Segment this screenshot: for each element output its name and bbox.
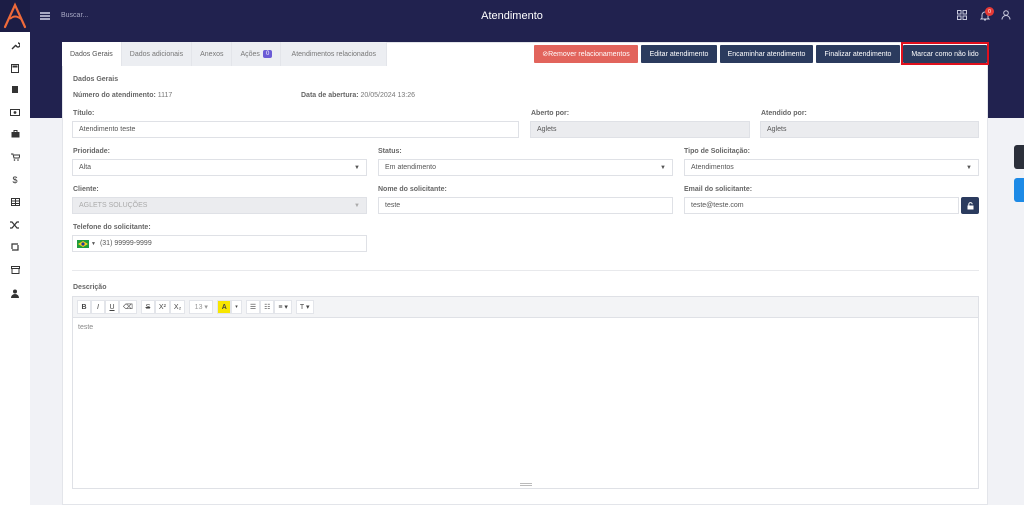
shuffle-icon[interactable] <box>9 219 21 231</box>
descricao-label: Descrição <box>73 284 107 291</box>
section-title: Dados Gerais <box>73 76 119 83</box>
status-value: Em atendimento <box>385 164 436 171</box>
table-icon[interactable] <box>9 196 21 208</box>
prioridade-value: Alta <box>79 164 92 171</box>
prioridade-label: Prioridade: <box>73 148 110 155</box>
description-content[interactable]: teste <box>78 324 93 331</box>
chevron-down-icon: ▼ <box>966 165 972 171</box>
dollar-icon[interactable]: $ <box>9 174 21 186</box>
aberto-por-input: Aglets <box>530 121 750 138</box>
remove-relations-button[interactable]: ⊘Remover relacionamentos <box>534 45 638 63</box>
notification-badge: 0 <box>985 7 994 16</box>
tab-acoes[interactable]: Ações 0 <box>232 42 282 66</box>
tab-label: Anexos <box>200 50 224 58</box>
status-label: Status: <box>378 148 402 155</box>
nome-solicitante-input[interactable]: teste <box>378 197 673 214</box>
underline-button[interactable]: U <box>105 300 119 314</box>
telefone-label: Telefone do solicitante: <box>73 224 151 231</box>
acoes-badge: 0 <box>262 50 273 58</box>
tabs: Dados Gerais Dados adicionais Anexos Açõ… <box>62 42 388 66</box>
opened-date-value: 20/05/2024 13:26 <box>360 92 416 99</box>
unordered-list-icon[interactable]: ☰ <box>245 300 261 314</box>
calculator-icon[interactable] <box>9 62 21 74</box>
wrench-icon[interactable] <box>9 39 21 51</box>
person-icon[interactable] <box>9 287 21 299</box>
subscript-button[interactable]: X₂ <box>169 300 186 314</box>
tab-dados-gerais[interactable]: Dados Gerais <box>62 42 122 66</box>
tipo-value: Atendimentos <box>691 164 734 171</box>
tab-label: Atendimentos relacionados <box>291 50 376 58</box>
tab-label: Ações <box>240 50 260 58</box>
opened-date-label: Data de abertura: <box>301 92 359 99</box>
tab-atendimentos-relacionados[interactable]: Atendimentos relacionados <box>281 42 388 66</box>
status-select[interactable]: Em atendimento ▼ <box>378 159 673 176</box>
tab-anexos[interactable]: Anexos <box>192 42 233 66</box>
cliente-select: AGLETS SOLUÇÕES ▼ <box>72 197 367 214</box>
atendido-por-input: Aglets <box>760 121 979 138</box>
prioridade-select[interactable]: Alta ▼ <box>72 159 367 176</box>
retweet-icon[interactable] <box>9 241 21 253</box>
store-icon[interactable] <box>9 264 21 276</box>
editor-toolbar: B I U ⌫ S X² X₂ 13 ▾ A ▾ ☰ ☷ ≡ ▾ T ▾ <box>72 296 979 318</box>
cart-icon[interactable] <box>9 151 21 163</box>
eraser-icon[interactable]: ⌫ <box>119 300 137 314</box>
align-dropdown[interactable]: ≡ ▾ <box>274 300 292 314</box>
telefone-input[interactable]: ▼ (31) 99999-9999 <box>72 235 367 252</box>
money-icon[interactable] <box>9 106 21 118</box>
style-dropdown[interactable]: T ▾ <box>295 300 314 314</box>
italic-button[interactable]: I <box>91 300 105 314</box>
tipo-select[interactable]: Atendimentos ▼ <box>684 159 979 176</box>
font-size-dropdown[interactable]: 13 ▾ <box>189 300 214 314</box>
divider <box>72 270 979 271</box>
forward-button[interactable]: Encaminhar atendimento <box>720 45 813 63</box>
atendido-por-label: Atendido por: <box>761 110 807 117</box>
color-dropdown[interactable]: ▾ <box>231 300 242 314</box>
aberto-por-label: Aberto por: <box>531 110 570 117</box>
superscript-button[interactable]: X² <box>154 300 170 314</box>
nome-solicitante-label: Nome do solicitante: <box>378 186 447 193</box>
description-editor[interactable] <box>72 296 979 489</box>
user-icon[interactable] <box>1001 10 1011 20</box>
tab-label: Dados adicionais <box>129 50 184 58</box>
telefone-value: (31) 99999-9999 <box>99 240 152 247</box>
right-panel-toggle-blue[interactable] <box>1014 178 1024 202</box>
lock-button[interactable] <box>961 197 979 214</box>
ordered-list-icon[interactable]: ☷ <box>260 300 275 314</box>
highlight-box <box>901 42 989 65</box>
tab-dados-adicionais[interactable]: Dados adicionais <box>121 42 193 66</box>
edit-button[interactable]: Editar atendimento <box>641 45 717 63</box>
strikethrough-button[interactable]: S <box>140 300 155 314</box>
sidebar: $ <box>0 32 30 505</box>
right-panel-toggle-dark[interactable] <box>1014 145 1024 169</box>
text-color-button[interactable]: A <box>217 300 232 314</box>
tipo-label: Tipo de Solicitação: <box>684 148 750 155</box>
tab-label: Dados Gerais <box>70 50 113 58</box>
titulo-label: Título: <box>73 110 95 117</box>
ticket-number: Número do atendimento: 1117 <box>73 92 172 99</box>
brazil-flag-icon[interactable]: ▼ <box>77 239 100 248</box>
briefcase-icon[interactable] <box>9 128 21 140</box>
opened-date: Data de abertura: 20/05/2024 13:26 <box>301 92 415 99</box>
finish-button[interactable]: Finalizar atendimento <box>816 45 900 63</box>
cliente-value: AGLETS SOLUÇÕES <box>79 202 148 209</box>
page-title: Atendimento <box>481 10 543 22</box>
resize-handle[interactable] <box>520 483 532 486</box>
email-solicitante-label: Email do solicitante: <box>684 186 753 193</box>
chevron-down-icon: ▼ <box>354 203 360 209</box>
grid-icon[interactable] <box>957 10 967 20</box>
email-solicitante-input[interactable]: teste@teste.com <box>684 197 959 214</box>
ticket-number-value: 1117 <box>157 92 173 99</box>
lock-icon <box>967 201 973 209</box>
bold-button[interactable]: B <box>77 300 91 314</box>
titulo-input[interactable]: Atendimento teste <box>72 121 519 138</box>
ticket-number-label: Número do atendimento: <box>73 92 156 99</box>
book-icon[interactable] <box>9 83 21 95</box>
chevron-down-icon: ▼ <box>354 165 360 171</box>
chevron-down-icon: ▼ <box>91 240 96 247</box>
cliente-label: Cliente: <box>73 186 99 193</box>
chevron-down-icon: ▼ <box>660 165 666 171</box>
